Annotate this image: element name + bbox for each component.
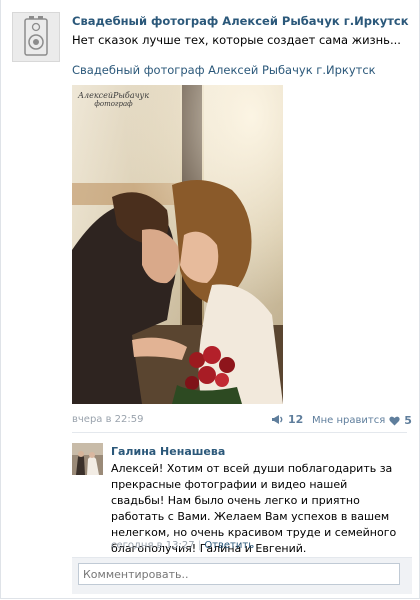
comment-meta-separator: |	[197, 540, 202, 551]
share-count: 12	[288, 413, 304, 426]
post-timestamp[interactable]: вчера в 22:59	[72, 414, 144, 425]
commenter-photo	[72, 443, 103, 475]
post-author[interactable]: Свадебный фотограф Алексей Рыбачук г.Ирк…	[72, 14, 409, 28]
share-button[interactable]: 12	[271, 413, 303, 426]
comment-input[interactable]	[78, 563, 400, 585]
author-avatar[interactable]	[12, 12, 60, 62]
comment-author[interactable]: Галина Ненашева	[111, 445, 225, 458]
heart-icon	[389, 416, 400, 425]
watermark-name: АлексейРыбачук	[78, 91, 149, 100]
wedding-photo-image	[72, 85, 283, 404]
attachment-link-title[interactable]: Свадебный фотограф Алексей Рыбачук г.Ирк…	[72, 63, 376, 77]
like-label: Мне нравится	[312, 415, 386, 426]
comments-divider	[72, 432, 407, 433]
comment-meta: сегодня в 13:27 | Ответить	[111, 540, 254, 551]
like-count: 5	[404, 414, 412, 427]
watermark-role: фотограф	[94, 100, 133, 108]
wedding-photo[interactable]: АлексейРыбачук фотограф	[72, 85, 283, 404]
megaphone-icon	[272, 415, 283, 424]
vintage-camera-icon	[24, 16, 48, 56]
reply-link[interactable]: Ответить	[204, 540, 254, 551]
post-text: Нет сказок лучше тех, которые создает са…	[72, 33, 401, 47]
photo-watermark: АлексейРыбачук фотограф	[78, 91, 149, 109]
commenter-avatar[interactable]	[72, 443, 103, 475]
like-button[interactable]: Мне нравится 5	[312, 414, 412, 427]
comment-timestamp[interactable]: сегодня в 13:27	[111, 540, 195, 551]
